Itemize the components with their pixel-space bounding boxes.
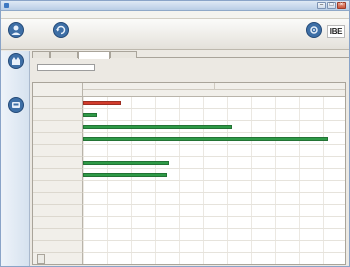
gantt-row-label[interactable] — [33, 145, 83, 157]
app-window: – □ × IBE — [0, 0, 350, 267]
gantt-row — [83, 145, 345, 157]
month-label — [83, 83, 215, 90]
logo-text: IBE — [329, 27, 343, 36]
gantt-row-label[interactable] — [33, 109, 83, 121]
gantt-chart — [32, 82, 346, 265]
day-label — [107, 90, 131, 97]
day-label — [155, 90, 179, 97]
gantt-row-label[interactable] — [33, 97, 83, 109]
gantt-bar[interactable] — [83, 101, 122, 105]
tab-1[interactable] — [32, 51, 50, 58]
date-filter-input[interactable] — [37, 64, 95, 71]
gantt-bar[interactable] — [83, 161, 170, 165]
day-label — [275, 90, 299, 97]
display-icon — [301, 22, 327, 40]
day-label — [227, 90, 251, 97]
gantt-row — [83, 181, 345, 193]
refresh-icon — [48, 22, 74, 40]
tab-4[interactable] — [110, 51, 137, 58]
gantt-row — [83, 253, 345, 264]
menu-bar — [1, 11, 349, 19]
day-label — [179, 90, 203, 97]
app-icon — [4, 3, 9, 8]
month-label — [215, 83, 345, 90]
gantt-row-label[interactable] — [33, 121, 83, 133]
sidebar-item-machine[interactable] — [2, 97, 29, 123]
sidebar-item-production[interactable] — [2, 53, 29, 79]
refresh-button[interactable] — [48, 22, 74, 49]
day-label — [323, 90, 345, 97]
gantt-bar[interactable] — [83, 125, 232, 129]
gantt-row — [83, 229, 345, 241]
tab-2[interactable] — [50, 51, 78, 58]
day-label — [131, 90, 155, 97]
gantt-row-label[interactable] — [33, 133, 83, 145]
gantt-row-label[interactable] — [33, 157, 83, 169]
gantt-corner — [33, 83, 83, 97]
user-icon — [3, 22, 29, 40]
machine-icon — [7, 97, 24, 115]
day-label — [83, 90, 107, 97]
tab-3[interactable] — [78, 51, 110, 59]
gantt-bar[interactable] — [83, 173, 167, 177]
day-label — [251, 90, 275, 97]
gantt-row-label[interactable] — [33, 181, 83, 193]
gantt-bar[interactable] — [83, 113, 98, 117]
gantt-row-label[interactable] — [33, 241, 83, 253]
day-label — [203, 90, 227, 97]
gantt-row-label[interactable] — [33, 217, 83, 229]
day-header — [83, 90, 345, 97]
user-button[interactable] — [3, 22, 29, 49]
tab-bar — [32, 51, 349, 59]
date-filter — [37, 59, 97, 72]
gantt-row-label[interactable] — [33, 229, 83, 241]
gantt-row-label[interactable] — [33, 169, 83, 181]
toolbar: IBE — [1, 19, 349, 50]
minimize-button[interactable]: – — [317, 2, 326, 9]
production-icon — [7, 53, 24, 71]
sidebar — [1, 51, 30, 266]
gantt-row — [83, 205, 345, 217]
title-bar[interactable]: – □ × — [1, 1, 349, 11]
gantt-bar[interactable] — [83, 137, 328, 141]
gantt-row-label[interactable] — [33, 193, 83, 205]
gantt-row — [83, 193, 345, 205]
display-button[interactable] — [301, 22, 327, 49]
window-controls: – □ × — [317, 2, 346, 9]
close-button[interactable]: × — [337, 2, 346, 9]
gantt-row — [83, 109, 345, 121]
maximize-button[interactable]: □ — [327, 2, 336, 9]
gantt-row — [83, 97, 345, 109]
company-logo: IBE — [327, 25, 345, 38]
horizontal-scrollbar[interactable] — [37, 254, 45, 264]
month-header — [83, 83, 345, 90]
gantt-row-label[interactable] — [33, 205, 83, 217]
gantt-row — [83, 241, 345, 253]
day-label — [299, 90, 323, 97]
gantt-row — [83, 217, 345, 229]
